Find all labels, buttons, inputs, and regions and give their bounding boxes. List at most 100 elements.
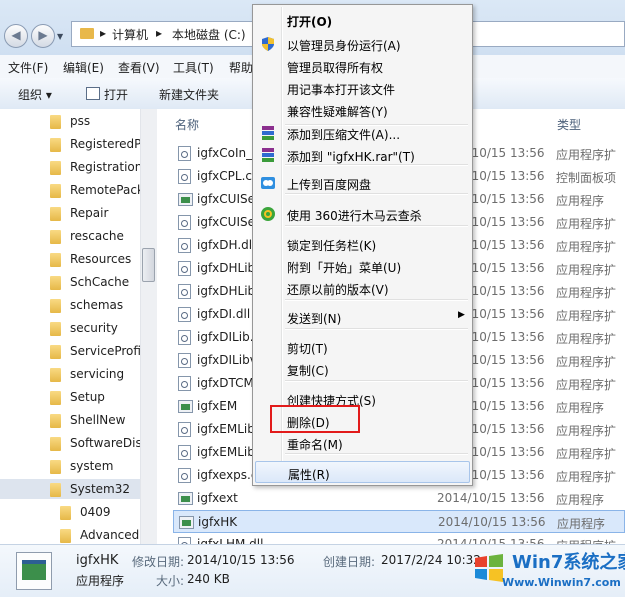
menu-item-troubleshoot-compatibility[interactable]: 兼容性疑难解答(Y) bbox=[255, 99, 470, 121]
dll-file-icon bbox=[178, 238, 191, 253]
dll-file-icon bbox=[178, 146, 191, 161]
file-type: 控制面板项 bbox=[556, 171, 617, 185]
menu-tools[interactable]: 工具(T) bbox=[173, 59, 214, 76]
file-type: 应用程序扩 bbox=[556, 537, 616, 544]
forward-button[interactable]: ▶ bbox=[31, 24, 55, 48]
file-name: igfxLHM.dll bbox=[197, 537, 264, 544]
menu-item-properties[interactable]: 属性(R) bbox=[255, 461, 470, 483]
menu-item-cut[interactable]: 剪切(T) bbox=[255, 336, 470, 358]
recent-pages-dropdown[interactable]: ▼ bbox=[57, 32, 65, 41]
folder-icon bbox=[50, 414, 61, 428]
menu-item-take-ownership[interactable]: 管理员取得所有权 bbox=[255, 55, 470, 77]
open-label: 打开 bbox=[104, 88, 129, 102]
menu-item-send-to[interactable]: 发送到(N) ▶ bbox=[255, 306, 470, 328]
menu-item-label: 发送到(N) bbox=[287, 312, 342, 326]
tree-item-label: Advanced! bbox=[80, 528, 145, 542]
menu-item-rename[interactable]: 重命名(M) bbox=[255, 432, 470, 454]
file-name: igfxDI.dll bbox=[197, 307, 251, 321]
menu-item-label: 以管理员身份运行(A) bbox=[287, 39, 401, 53]
menu-item-open-with-notepad[interactable]: 用记事本打开该文件 bbox=[255, 77, 470, 99]
file-row[interactable]: igfxLHM.dll 2014/10/15 13:56 应用程序扩 bbox=[173, 533, 625, 544]
file-name: igfxCUISe bbox=[197, 192, 255, 206]
menu-separator bbox=[285, 380, 468, 382]
folder-icon bbox=[50, 253, 61, 267]
winrar-icon bbox=[260, 147, 276, 163]
details-modified-value: 2014/10/15 13:56 bbox=[187, 553, 295, 567]
menu-item-label: 还原以前的版本(V) bbox=[287, 283, 389, 297]
dll-file-icon bbox=[178, 307, 191, 322]
file-type: 应用程序扩 bbox=[556, 309, 617, 323]
details-size-value: 240 KB bbox=[187, 572, 230, 586]
menu-item-label: 上传到百度网盘 bbox=[287, 178, 372, 192]
menu-item-label: 复制(C) bbox=[287, 364, 329, 378]
file-type: 应用程序扩 bbox=[556, 447, 617, 461]
details-modified-label: 修改日期: bbox=[132, 555, 185, 569]
folder-icon bbox=[50, 437, 61, 451]
app-thumbnail-icon bbox=[16, 552, 52, 590]
crumb-local-disk[interactable]: 本地磁盘 (C:) bbox=[172, 26, 246, 43]
details-file-name: igfxHK bbox=[76, 553, 119, 568]
tree-item-label: RegisteredP bbox=[70, 137, 142, 151]
file-name: igfxCPL.cp bbox=[197, 169, 260, 183]
menu-item-label: 添加到 "igfxHK.rar"(T) bbox=[287, 150, 415, 164]
tree-item[interactable]: System32 bbox=[0, 479, 157, 499]
menu-item-restore-previous-versions[interactable]: 还原以前的版本(V) bbox=[255, 277, 470, 299]
folder-icon bbox=[50, 345, 61, 359]
organize-button[interactable]: 组织 ▾ bbox=[18, 86, 52, 103]
winrar-icon bbox=[260, 125, 276, 141]
tree-item-label: SoftwareDis bbox=[70, 436, 142, 450]
dll-file-icon bbox=[178, 284, 191, 299]
menu-item-label: 使用 360进行木马云查杀 bbox=[287, 209, 422, 223]
menu-file[interactable]: 文件(F) bbox=[8, 59, 48, 76]
open-button[interactable]: 打开 bbox=[86, 86, 128, 103]
column-header-type[interactable]: 类型 bbox=[557, 116, 581, 141]
menu-item-scan-360[interactable]: 使用 360进行木马云查杀 bbox=[255, 203, 470, 225]
menu-item-upload-baidu[interactable]: 上传到百度网盘 bbox=[255, 172, 470, 194]
details-size-label: 大小: bbox=[156, 574, 185, 588]
menu-item-add-to-archive[interactable]: 添加到压缩文件(A)... bbox=[255, 122, 470, 144]
file-name: igfxexps.c bbox=[197, 468, 258, 482]
menu-edit[interactable]: 编辑(E) bbox=[63, 59, 104, 76]
application-icon bbox=[178, 492, 193, 505]
back-button[interactable]: ◀ bbox=[4, 24, 28, 48]
file-type: 应用程序 bbox=[556, 493, 605, 507]
tree-item-label: Setup bbox=[70, 390, 105, 404]
crumb-separator[interactable]: ▸ bbox=[156, 26, 162, 40]
navigation-pane: pss RegisteredP Registration RemotePack Repa… bbox=[0, 109, 157, 544]
dll-file-icon bbox=[178, 215, 191, 230]
tree-item-label: SchCache bbox=[70, 275, 130, 289]
menu-view[interactable]: 查看(V) bbox=[118, 59, 160, 76]
details-file-type: 应用程序 bbox=[76, 574, 125, 588]
column-header-name[interactable]: 名称 bbox=[175, 116, 199, 141]
menu-item-open[interactable]: 打开(O) bbox=[255, 9, 470, 31]
dll-file-icon bbox=[178, 261, 191, 276]
tree-item-label: schemas bbox=[70, 298, 124, 312]
nav-scrollbar[interactable] bbox=[140, 109, 157, 544]
open-icon bbox=[86, 87, 100, 100]
file-name: igfxDHLib bbox=[197, 261, 256, 275]
menu-item-label: 剪切(T) bbox=[287, 342, 328, 356]
crumb-computer[interactable]: 计算机 bbox=[112, 26, 148, 43]
file-row[interactable]: igfxext 2014/10/15 13:56 应用程序 bbox=[173, 487, 625, 510]
folder-icon bbox=[60, 529, 71, 543]
menu-item-add-to-rar[interactable]: 添加到 "igfxHK.rar"(T) bbox=[255, 144, 470, 166]
folder-icon bbox=[50, 161, 61, 175]
menu-item-run-as-admin[interactable]: 以管理员身份运行(A) bbox=[255, 33, 470, 55]
menu-item-copy[interactable]: 复制(C) bbox=[255, 358, 470, 380]
nav-scrollbar-thumb[interactable] bbox=[142, 248, 155, 282]
details-created-label: 创建日期: bbox=[323, 555, 376, 569]
menu-item-label: 锁定到任务栏(K) bbox=[287, 239, 377, 253]
menu-item-pin-start-menu[interactable]: 附到「开始」菜单(U) bbox=[255, 255, 470, 277]
file-row[interactable]: igfxHK 2014/10/15 13:56 应用程序 bbox=[173, 510, 625, 533]
folder-icon bbox=[50, 483, 61, 497]
menu-item-pin-taskbar[interactable]: 锁定到任务栏(K) bbox=[255, 233, 470, 255]
file-date: 2014/10/15 13:56 bbox=[437, 537, 545, 544]
file-type: 应用程序 bbox=[556, 194, 605, 208]
crumb-separator[interactable]: ▸ bbox=[100, 26, 106, 40]
menu-help[interactable]: 帮助 bbox=[229, 59, 253, 76]
new-folder-button[interactable]: 新建文件夹 bbox=[159, 86, 219, 103]
menu-item-label: 用记事本打开该文件 bbox=[287, 83, 396, 97]
menu-separator bbox=[285, 299, 468, 301]
dll-file-icon bbox=[178, 169, 191, 184]
highlight-box bbox=[270, 405, 360, 433]
